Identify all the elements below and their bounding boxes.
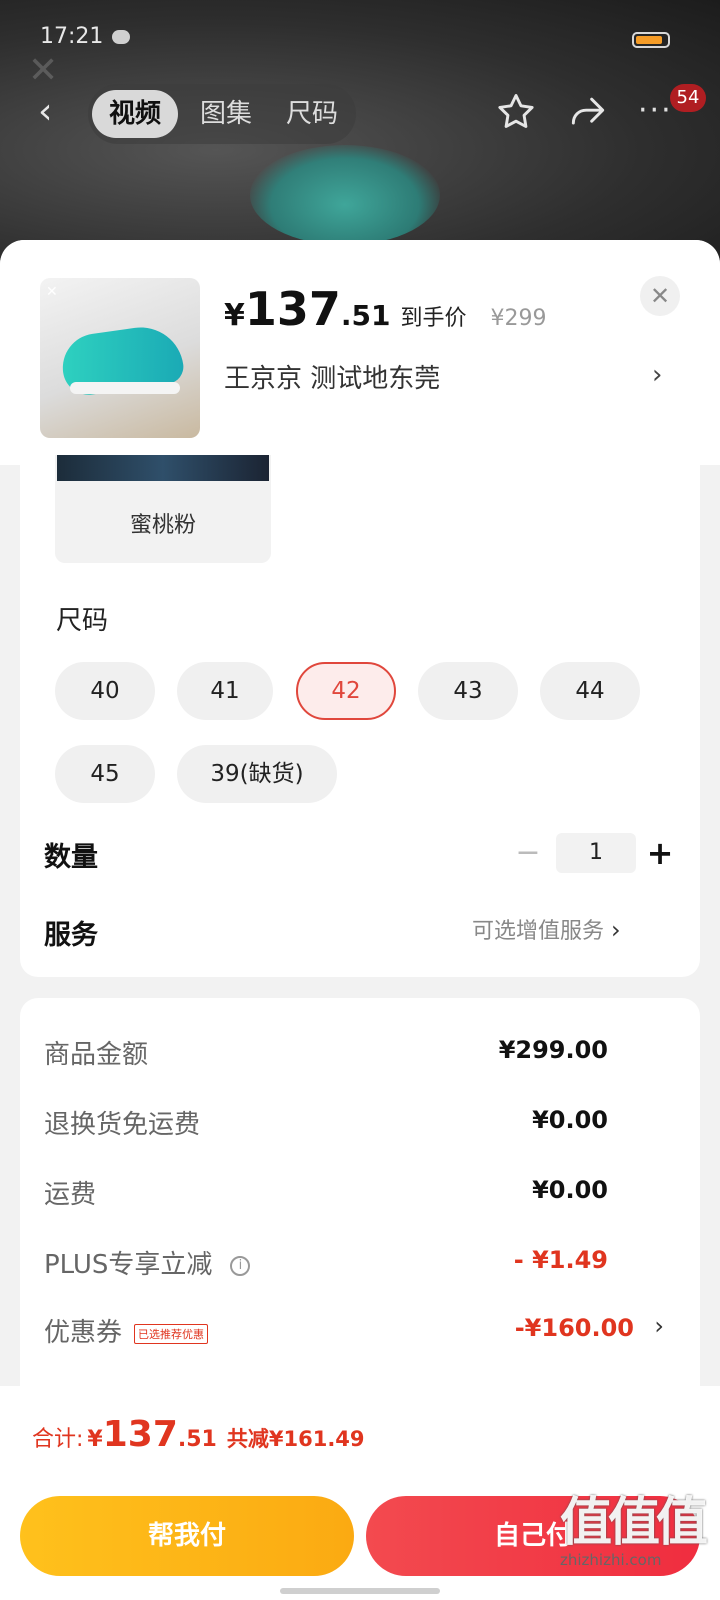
price-breakdown-card: 商品金额 ¥299.00 退换货免运费 ¥0.00 运费 ¥0.00 PLUS专… [20, 998, 700, 1418]
sheet-header: ✕ ¥ 137 .51 到手价 ¥299 王京京 测试地东莞 › ✕ [0, 240, 720, 465]
coupon-recommended-tag: 已选推荐优惠 [134, 1323, 209, 1344]
price-integer: 137 [244, 282, 341, 336]
quantity-minus-button[interactable]: − [510, 835, 546, 871]
product-thumbnail: ✕ [40, 278, 200, 438]
price-line-value: ¥0.00 [532, 1176, 608, 1204]
total-currency: ¥ [87, 1427, 103, 1452]
brand-logo-icon: ✕ [46, 284, 58, 300]
price-line-label: 退换货免运费 [44, 1110, 201, 1140]
quantity-plus-button[interactable]: + [642, 833, 678, 873]
size-chip-42[interactable]: 42 [296, 662, 396, 720]
close-button[interactable]: ✕ [640, 276, 680, 316]
final-price-label: 到手价 [400, 306, 467, 331]
price-line-label: 商品金额 [44, 1040, 149, 1070]
size-section-title: 尺码 [56, 606, 109, 636]
star-icon[interactable] [494, 90, 542, 138]
service-selector[interactable]: 可选增值服务 › [472, 913, 621, 945]
price-line-goods: 商品金额 ¥299.00 [44, 1034, 664, 1074]
battery-level-fill [636, 36, 662, 44]
total-integer: 137 [102, 1414, 178, 1455]
size-chip-40[interactable]: 40 [55, 662, 155, 720]
battery-icon [632, 32, 670, 48]
back-icon[interactable]: ‹ [38, 92, 64, 132]
quantity-label: 数量 [44, 842, 98, 873]
price-currency: ¥ [224, 298, 245, 333]
color-option-chip[interactable]: 蜜桃粉 [55, 455, 271, 563]
share-icon[interactable] [566, 90, 614, 138]
home-indicator[interactable] [280, 1588, 440, 1594]
price-line-return-shipping: 退换货免运费 ¥0.00 [44, 1104, 664, 1144]
media-tab-bar: 视频 图集 尺码 [88, 84, 356, 144]
price-line-label: 优惠券 [44, 1318, 123, 1348]
price-row: ¥ 137 .51 到手价 ¥299 [224, 282, 547, 342]
purchase-sheet: ✕ ¥ 137 .51 到手价 ¥299 王京京 测试地东莞 › ✕ 蜜桃粉 尺… [0, 240, 720, 1600]
delivery-address[interactable]: 王京京 测试地东莞 [224, 358, 440, 395]
total-row: 合计: ¥ 137 .51 共减¥161.49 [32, 1414, 365, 1455]
price-line-value: ¥0.00 [532, 1106, 608, 1134]
price-line-label-wrap: 优惠券 已选推荐优惠 [44, 1312, 209, 1349]
info-icon[interactable]: i [230, 1255, 251, 1276]
watermark-logo: 值值值 [560, 1493, 708, 1553]
total-decimal: .51 [177, 1427, 217, 1452]
size-chip-45[interactable]: 45 [55, 745, 155, 803]
color-option-image [57, 455, 269, 481]
site-watermark: 值值值 zhizhizhi.com [560, 1480, 710, 1569]
tab-gallery[interactable]: 图集 [184, 90, 268, 138]
status-time: 17:21 [40, 24, 104, 49]
total-saved: 共减¥161.49 [226, 1427, 365, 1451]
checkout-bar: 合计: ¥ 137 .51 共减¥161.49 帮我付 自己付 值值值 zhiz… [0, 1386, 720, 1600]
price-line-value: -¥160.00 [514, 1314, 634, 1342]
chevron-right-icon[interactable]: › [654, 1312, 664, 1340]
price-line-label: PLUS专享立减 [44, 1250, 213, 1280]
price-line-value: - ¥1.49 [513, 1246, 608, 1274]
quantity-value[interactable]: 1 [556, 833, 636, 873]
price-line-label: 运费 [44, 1180, 97, 1210]
message-count-badge: 54 [670, 84, 706, 112]
size-chip-44[interactable]: 44 [540, 662, 640, 720]
status-bar: 17:21 [0, 20, 720, 56]
price-decimal: .51 [340, 299, 391, 332]
original-price: ¥299 [490, 306, 547, 331]
shoe-sole-image [70, 382, 180, 394]
help-me-pay-button[interactable]: 帮我付 [20, 1496, 354, 1576]
chevron-right-icon: › [611, 916, 621, 944]
size-chip-39-out-of-stock[interactable]: 39(缺货) [177, 745, 337, 803]
price-line-label-wrap: PLUS专享立减 i [44, 1244, 251, 1281]
shoe-photo-hint [250, 145, 440, 245]
price-line-plus-discount: PLUS专享立减 i - ¥1.49 [44, 1244, 664, 1284]
color-option-label: 蜜桃粉 [129, 513, 196, 538]
price-line-coupon[interactable]: 优惠券 已选推荐优惠 -¥160.00 › [44, 1312, 664, 1352]
chat-notification-icon [112, 30, 130, 44]
tab-video[interactable]: 视频 [92, 90, 178, 138]
size-chip-41[interactable]: 41 [177, 662, 273, 720]
service-label: 服务 [44, 920, 98, 951]
service-hint-text: 可选增值服务 [472, 919, 605, 944]
price-line-shipping: 运费 ¥0.00 [44, 1174, 664, 1214]
chevron-right-icon[interactable]: › [652, 360, 662, 390]
price-line-value: ¥299.00 [498, 1036, 608, 1064]
options-card: 蜜桃粉 尺码 40 41 42 43 44 45 39(缺货) 数量 − 1 +… [20, 455, 700, 977]
total-label: 合计: [32, 1427, 84, 1452]
tab-size[interactable]: 尺码 [270, 90, 354, 138]
brand-logo-watermark: ✕ [28, 50, 59, 91]
size-chip-43[interactable]: 43 [418, 662, 518, 720]
